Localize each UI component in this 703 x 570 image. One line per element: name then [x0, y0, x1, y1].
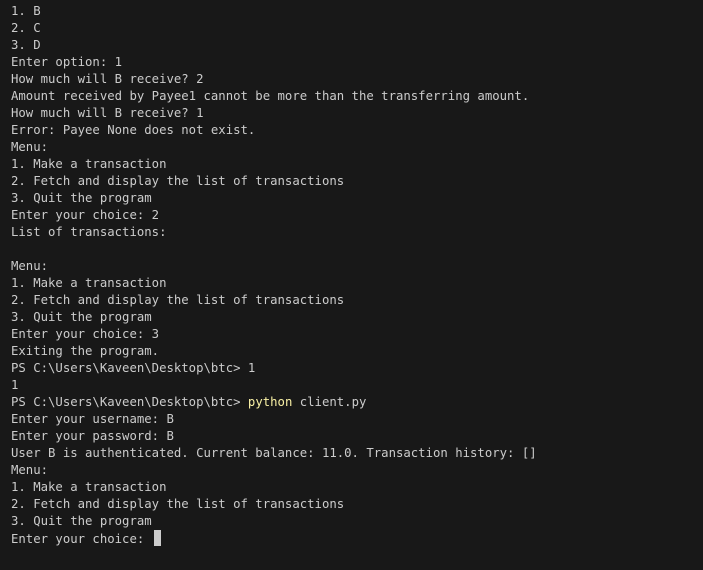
input-line[interactable]: Enter your choice: [11, 530, 703, 547]
input-prompt: Enter your choice: [11, 532, 152, 546]
output-line: 2. C [11, 21, 41, 35]
output-line: 2. Fetch and display the list of transac… [11, 497, 345, 511]
output-line: Error: Payee None does not exist. [11, 123, 256, 137]
output-line: Amount received by Payee1 cannot be more… [11, 89, 530, 103]
command-prompt: PS C:\Users\Kaveen\Desktop\btc> [11, 395, 248, 409]
output-line: 1. Make a transaction [11, 480, 167, 494]
output-line: 3. D [11, 38, 41, 52]
output-line: How much will B receive? 2 [11, 72, 204, 86]
output-line: 1. Make a transaction [11, 157, 167, 171]
output-line: Menu: [11, 463, 49, 477]
output-line: Menu: [11, 140, 49, 154]
output-line: 1. B [11, 4, 41, 18]
output-line: Enter your choice: 2 [11, 208, 160, 222]
command-args: client.py [292, 395, 367, 409]
output-line: User B is authenticated. Current balance… [11, 446, 537, 460]
terminal-output[interactable]: 1. B 2. C 3. D Enter option: 1 How much … [0, 0, 703, 570]
output-line: Enter your username: B [11, 412, 174, 426]
output-line: 3. Quit the program [11, 514, 152, 528]
output-line: PS C:\Users\Kaveen\Desktop\btc> 1 [11, 361, 256, 375]
output-line: Menu: [11, 259, 49, 273]
output-line: Enter your password: B [11, 429, 174, 443]
output-lines-before: 1. B 2. C 3. D Enter option: 1 How much … [11, 3, 703, 394]
output-line: 1. Make a transaction [11, 276, 167, 290]
output-line: 3. Quit the program [11, 191, 152, 205]
command-line: PS C:\Users\Kaveen\Desktop\btc> python c… [11, 394, 703, 411]
output-line: Exiting the program. [11, 344, 160, 358]
command-name: python [247, 395, 293, 409]
output-line: Enter option: 1 [11, 55, 123, 69]
text-cursor[interactable] [153, 530, 161, 546]
output-line: Enter your choice: 3 [11, 327, 160, 341]
output-line: List of transactions: [11, 225, 167, 239]
output-line: 2. Fetch and display the list of transac… [11, 293, 345, 307]
output-line: 3. Quit the program [11, 310, 152, 324]
output-line: How much will B receive? 1 [11, 106, 204, 120]
output-lines-after: Enter your username: B Enter your passwo… [11, 411, 703, 530]
output-line: 2. Fetch and display the list of transac… [11, 174, 345, 188]
output-line: 1 [11, 378, 19, 392]
